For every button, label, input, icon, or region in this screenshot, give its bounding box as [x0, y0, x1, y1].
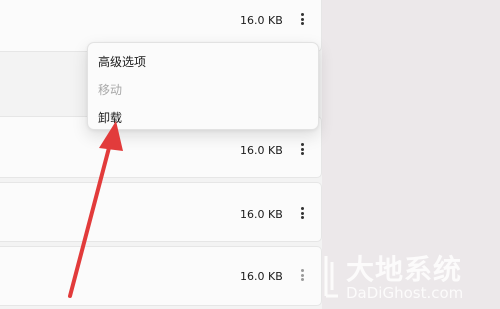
more-dots-icon	[300, 13, 304, 16]
menu-item-advanced-options[interactable]: 高级选项	[98, 53, 146, 70]
more-options-button[interactable]	[296, 267, 308, 283]
app-size-label: 16.0 KB	[240, 270, 283, 283]
more-dots-icon	[300, 207, 304, 210]
menu-item-move: 移动	[98, 83, 123, 97]
app-size-label: 16.0 KB	[240, 208, 283, 221]
app-list-row: 16.0 KB	[0, 246, 322, 306]
context-menu: 高级选项 移动 卸载	[87, 42, 319, 130]
app-size-label: 16.0 KB	[240, 144, 283, 157]
more-options-button[interactable]	[296, 205, 308, 221]
app-list-row: 16.0 KB	[0, 182, 322, 242]
more-options-button[interactable]	[296, 11, 308, 27]
app-size-label: 16.0 KB	[240, 14, 283, 27]
menu-item-uninstall[interactable]: 卸载	[98, 109, 122, 126]
more-options-button[interactable]	[296, 141, 308, 157]
more-dots-icon	[300, 269, 304, 272]
more-dots-icon	[300, 143, 304, 146]
background-strip	[322, 0, 500, 309]
